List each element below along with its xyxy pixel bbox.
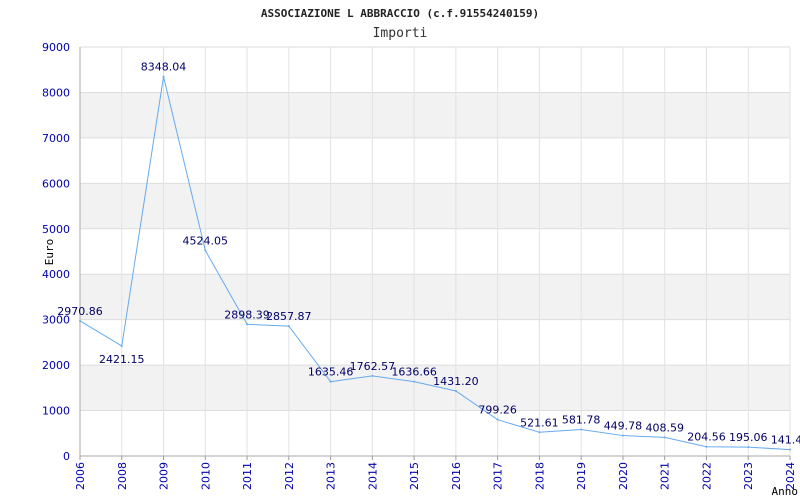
data-label: 2970.86 xyxy=(57,305,103,318)
data-label: 521.61 xyxy=(520,416,559,429)
data-label: 8348.04 xyxy=(141,61,187,74)
data-point xyxy=(120,344,123,347)
data-point xyxy=(621,434,624,437)
y-tick-label: 9000 xyxy=(42,41,70,54)
data-point xyxy=(705,445,708,448)
data-point xyxy=(789,448,791,451)
data-label: 408.59 xyxy=(645,421,684,434)
y-tick-label: 7000 xyxy=(42,132,70,145)
data-point xyxy=(246,323,249,326)
data-label: 1635.46 xyxy=(308,366,354,379)
x-tick-label: 2019 xyxy=(575,462,588,490)
y-tick-label: 0 xyxy=(63,450,70,463)
data-point xyxy=(496,418,499,421)
data-label: 141.48 xyxy=(771,434,800,447)
data-point xyxy=(413,380,416,383)
y-tick-label: 6000 xyxy=(42,177,70,190)
x-tick-label: 2009 xyxy=(158,462,171,490)
x-tick-label: 2022 xyxy=(700,462,713,490)
data-label: 1431.20 xyxy=(433,375,479,388)
x-tick-label: 2017 xyxy=(492,462,505,490)
x-axis-label: Anno xyxy=(772,485,799,498)
data-point xyxy=(204,249,207,252)
chart-title: ASSOCIAZIONE L ABBRACCIO (c.f.9155424015… xyxy=(261,7,539,20)
data-point xyxy=(454,389,457,392)
chart-subtitle: Importi xyxy=(373,26,428,41)
y-axis-label: Euro xyxy=(43,239,56,266)
x-tick-label: 2008 xyxy=(116,462,129,490)
grid-band xyxy=(80,183,790,229)
grid-band xyxy=(80,274,790,320)
line-chart: 0100020003000400050006000700080009000 20… xyxy=(42,7,800,498)
data-label: 799.26 xyxy=(478,404,517,417)
x-tick-labels: 2006 2008 2009 2010 2011 2012 2013 2014 2015 2016… xyxy=(74,462,797,490)
x-tick-label: 2023 xyxy=(742,462,755,490)
data-label: 2421.15 xyxy=(99,353,145,366)
data-label: 4524.05 xyxy=(183,234,229,247)
data-point xyxy=(162,75,165,78)
x-tick-label: 2010 xyxy=(199,462,212,490)
x-tick-label: 2006 xyxy=(74,462,87,490)
x-tick-label: 2013 xyxy=(325,462,338,490)
data-point xyxy=(371,374,374,377)
y-tick-label: 4000 xyxy=(42,268,70,281)
x-tick-label: 2018 xyxy=(533,462,546,490)
y-tick-label: 5000 xyxy=(42,223,70,236)
x-tick-label: 2014 xyxy=(366,462,379,490)
x-tick-label: 2020 xyxy=(617,462,630,490)
x-tick-label: 2011 xyxy=(241,462,254,490)
y-tick-label: 8000 xyxy=(42,86,70,99)
data-label: 204.56 xyxy=(687,431,726,444)
y-tick-label: 1000 xyxy=(42,405,70,418)
y-tick-label: 2000 xyxy=(42,359,70,372)
data-label: 195.06 xyxy=(729,431,768,444)
data-point xyxy=(287,325,290,328)
data-label: 2857.87 xyxy=(266,310,312,323)
data-point xyxy=(663,436,666,439)
x-tick-label: 2015 xyxy=(408,462,421,490)
plot-bands xyxy=(80,92,790,411)
data-label: 581.78 xyxy=(562,414,601,427)
x-tick-label: 2016 xyxy=(450,462,463,490)
data-point xyxy=(79,319,81,322)
grid-band xyxy=(80,92,790,138)
x-tick-label: 2012 xyxy=(283,462,296,490)
data-point xyxy=(747,446,750,449)
data-point xyxy=(329,380,332,383)
data-label: 2898.39 xyxy=(224,308,270,321)
data-label: 449.78 xyxy=(604,420,643,433)
x-tick-label: 2021 xyxy=(659,462,672,490)
data-point xyxy=(580,428,583,431)
data-label: 1762.57 xyxy=(350,360,396,373)
data-point xyxy=(538,431,541,434)
data-label: 1636.66 xyxy=(391,366,437,379)
